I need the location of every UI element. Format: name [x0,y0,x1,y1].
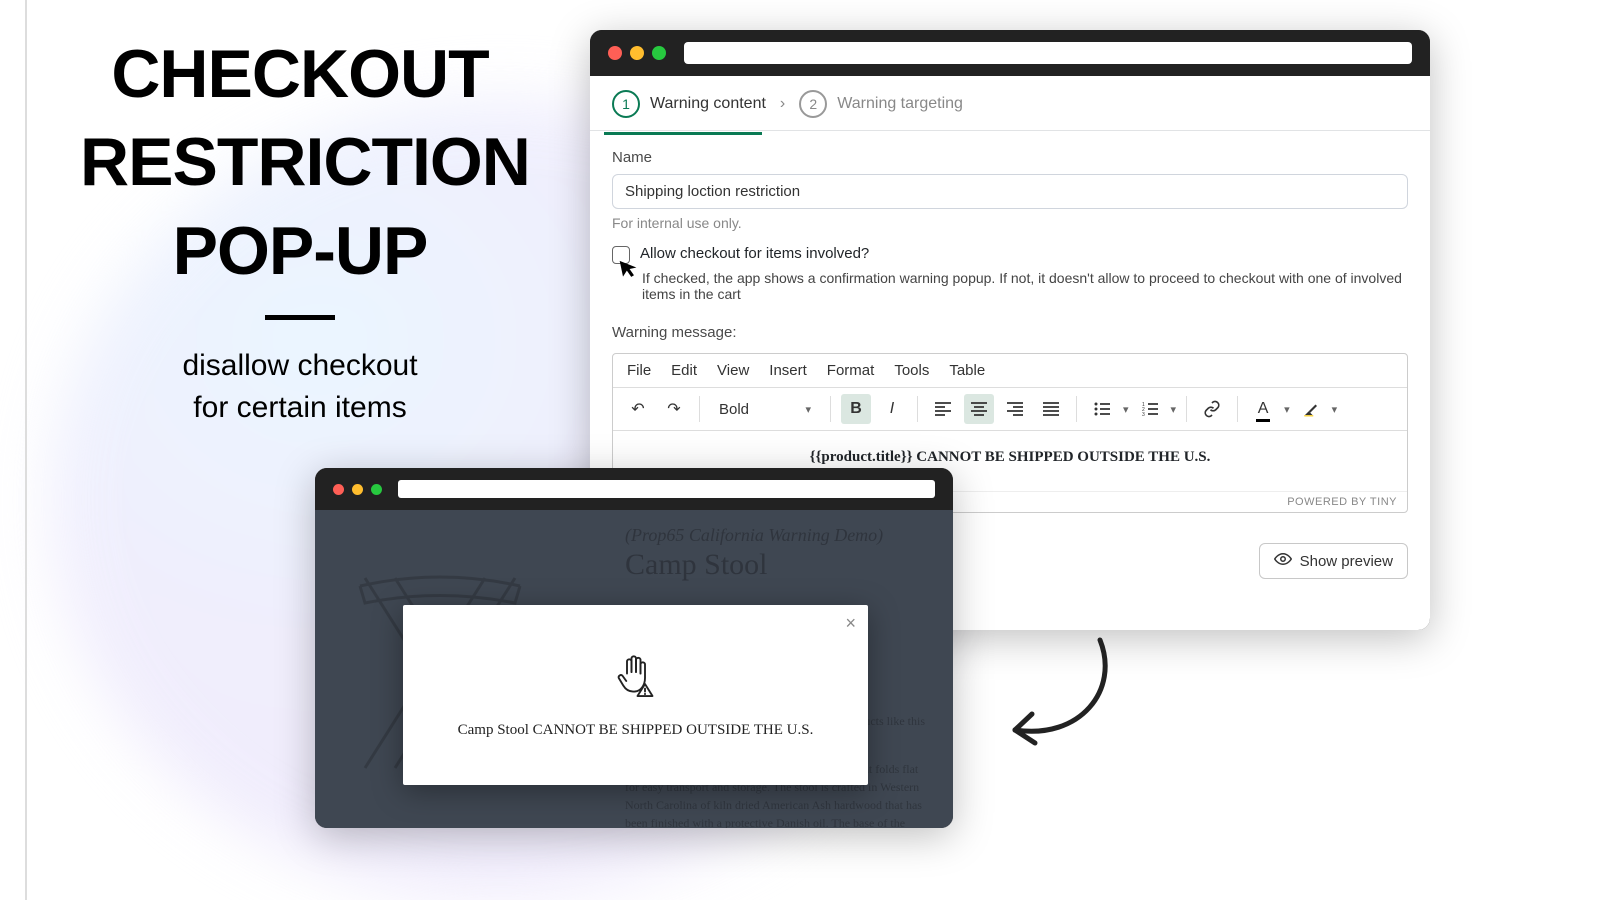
menu-file[interactable]: File [627,362,651,379]
menu-insert[interactable]: Insert [769,362,807,379]
headline-line-1: CHECKOUT [80,30,520,118]
font-weight-select[interactable]: Bold ▾ [710,394,820,424]
align-center-icon[interactable] [964,394,994,424]
headline-line-2: RESTRICTION [80,118,520,206]
link-icon[interactable] [1197,394,1227,424]
step-1-number: 1 [612,90,640,118]
font-weight-value: Bold [719,401,749,418]
active-step-underline [604,132,762,135]
subhead-line-2: for certain items [80,387,520,429]
align-left-icon[interactable] [928,394,958,424]
cursor-icon [617,255,642,287]
wizard-stepper: 1 Warning content › 2 Warning targeting [590,76,1430,130]
menu-tools[interactable]: Tools [894,362,929,379]
modal-message: Camp Stool CANNOT BE SHIPPED OUTSIDE THE… [458,722,814,739]
connector-arrow-icon [990,630,1130,770]
show-preview-label: Show preview [1300,553,1393,570]
chevron-down-icon[interactable]: ▾ [1123,403,1129,416]
warning-message-label: Warning message: [612,324,1408,341]
editor-toolbar: ↶ ↷ Bold ▾ B I [613,388,1407,431]
undo-icon[interactable]: ↶ [623,394,653,424]
step-1[interactable]: 1 Warning content [612,90,766,118]
bold-icon[interactable]: B [841,394,871,424]
step-1-label: Warning content [650,95,766,113]
svg-text:3: 3 [1142,412,1145,416]
step-2-label: Warning targeting [837,95,963,113]
left-margin-rule [25,0,27,900]
stop-hand-warning-icon [612,651,660,704]
product-subtitle: (Prop65 California Warning Demo) [625,525,925,546]
demo-titlebar [315,468,953,510]
name-input[interactable] [612,174,1408,209]
window-min-dot[interactable] [352,484,363,495]
chevron-down-icon[interactable]: ▾ [1171,403,1177,416]
chevron-down-icon[interactable]: ▾ [1284,403,1290,416]
bullet-list-icon[interactable] [1087,394,1117,424]
warning-modal: × Camp Stool CANNOT BE SHIPPED OUTSIDE T… [403,605,868,785]
window-max-dot[interactable] [652,46,666,60]
name-label: Name [612,149,1408,166]
menu-edit[interactable]: Edit [671,362,697,379]
eye-icon [1274,552,1292,570]
window-max-dot[interactable] [371,484,382,495]
italic-icon[interactable]: I [877,394,907,424]
hero-text: CHECKOUT RESTRICTION POP-UP disallow che… [80,30,520,429]
close-icon[interactable]: × [845,613,856,634]
allow-checkout-label: Allow checkout for items involved? [640,245,869,262]
address-bar[interactable] [684,42,1412,64]
window-close-dot[interactable] [608,46,622,60]
demo-browser-window: (Prop65 California Warning Demo) Camp St… [315,468,953,828]
address-bar[interactable] [398,480,935,498]
highlight-icon[interactable] [1296,394,1326,424]
editor-body-text: {{product.title}} CANNOT BE SHIPPED OUTS… [810,449,1211,465]
chevron-down-icon[interactable]: ▾ [1332,403,1338,416]
subhead-line-1: disallow checkout [80,345,520,387]
name-help: For internal use only. [612,215,1408,231]
titlebar [590,30,1430,76]
menu-format[interactable]: Format [827,362,875,379]
step-2-number: 2 [799,90,827,118]
allow-checkout-help: If checked, the app shows a confirmation… [642,270,1408,302]
text-color-icon[interactable]: A [1248,394,1278,424]
align-right-icon[interactable] [1000,394,1030,424]
redo-icon[interactable]: ↷ [659,394,689,424]
menu-view[interactable]: View [717,362,749,379]
align-justify-icon[interactable] [1036,394,1066,424]
menu-table[interactable]: Table [949,362,985,379]
chevron-down-icon: ▾ [805,403,811,416]
step-2[interactable]: 2 Warning targeting [799,90,963,118]
divider [265,315,335,320]
number-list-icon[interactable]: 123 [1135,394,1165,424]
editor-menubar: File Edit View Insert Format Tools Table [613,354,1407,388]
window-close-dot[interactable] [333,484,344,495]
window-min-dot[interactable] [630,46,644,60]
show-preview-button[interactable]: Show preview [1259,543,1408,579]
product-title: Camp Stool [625,548,925,582]
headline-line-3: POP-UP [80,207,520,295]
chevron-right-icon: › [780,95,785,113]
